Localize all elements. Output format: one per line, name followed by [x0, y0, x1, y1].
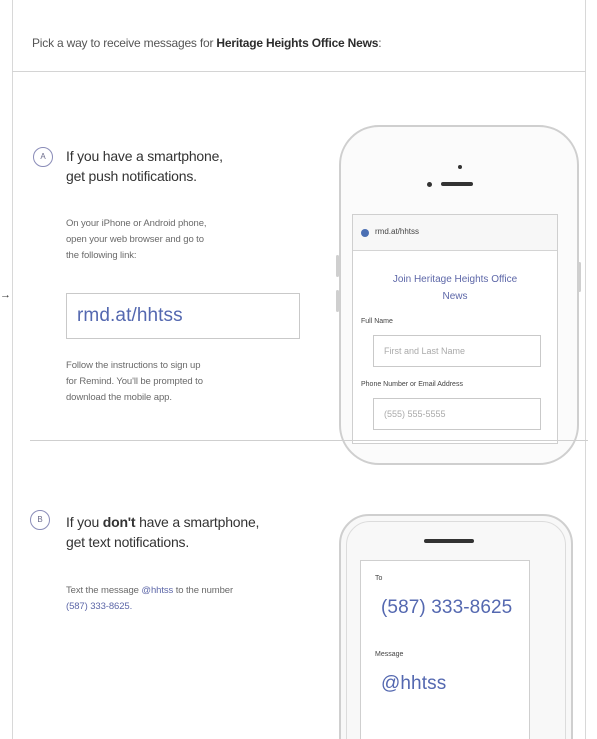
basic-phone-screen: To (587) 333-8625 Message @hhtss: [360, 560, 530, 739]
frame-border-left: [12, 0, 13, 739]
remind-link-box[interactable]: rmd.at/hhtss: [66, 293, 300, 339]
phone-power-button: [578, 262, 581, 292]
phone-screen: rmd.at/hhtss Join Heritage Heights Offic…: [352, 214, 558, 444]
arrow-right-icon: →: [0, 289, 11, 301]
phone-camera-icon: [458, 165, 462, 169]
message-value: @hhtss: [381, 673, 447, 694]
option-b-text-instructions: Text the message @hhtss to the number (5…: [66, 583, 233, 615]
to-number: (587) 333-8625: [381, 597, 513, 618]
message-label: Message: [375, 651, 404, 658]
url-text: rmd.at/hhtss: [375, 227, 420, 236]
phone-volume-button: [336, 290, 339, 312]
full-name-label: Full Name: [361, 318, 393, 325]
join-title: Join Heritage Heights Office News: [392, 274, 518, 302]
text-number: (587) 333-8625.: [66, 601, 133, 612]
remind-logo-icon: [361, 229, 369, 237]
phone-volume-button: [336, 255, 339, 277]
basic-phone-speaker-icon: [424, 539, 474, 543]
frame-border-right: [585, 0, 586, 739]
class-name: Heritage Heights Office News: [216, 36, 379, 50]
option-b-title: If you don't have a smartphone, get text…: [66, 514, 260, 550]
option-a-instructions: On your iPhone or Android phone, open yo…: [66, 218, 207, 261]
to-label: To: [375, 575, 383, 582]
header: Pick a way to receive messages for Herit…: [12, 0, 586, 72]
option-b-badge: B: [30, 510, 50, 530]
option-a-badge: A: [33, 147, 53, 167]
section-divider: [30, 440, 588, 441]
remind-link[interactable]: rmd.at/hhtss: [77, 305, 183, 327]
contact-label: Phone Number or Email Address: [361, 381, 463, 388]
text-code: @hhtss: [141, 585, 174, 596]
phone-sensor-icon: [427, 182, 432, 187]
browser-url-bar: rmd.at/hhtss: [353, 215, 557, 251]
header-text: Pick a way to receive messages for Herit…: [32, 36, 382, 50]
option-a-follow-text: Follow the instructions to sign up for R…: [66, 360, 203, 403]
contact-field: (555) 555-5555: [373, 398, 541, 430]
full-name-field: First and Last Name: [373, 335, 541, 367]
option-a-title: If you have a smartphone, get push notif…: [66, 148, 223, 184]
phone-speaker-icon: [441, 182, 473, 186]
